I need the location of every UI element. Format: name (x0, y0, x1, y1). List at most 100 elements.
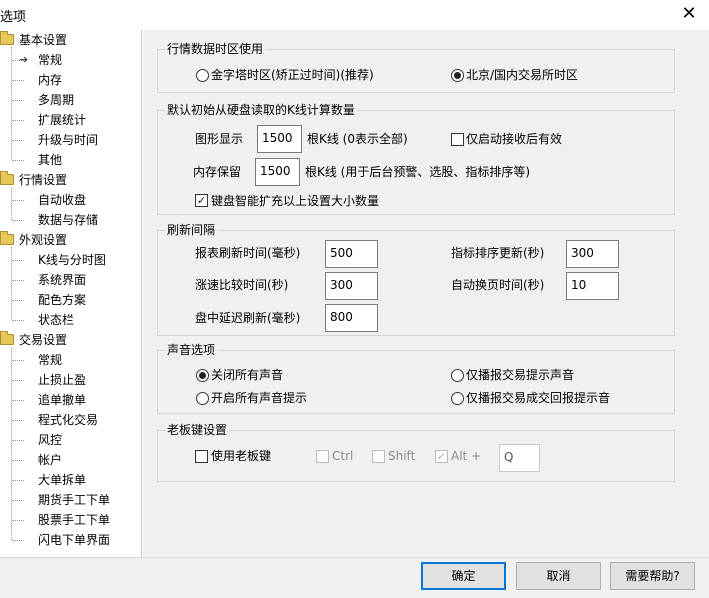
ctrl-checkbox[interactable] (316, 450, 329, 463)
selected-arrow-icon: ➔ (19, 53, 29, 66)
alt-label[interactable]: Alt + (451, 448, 481, 464)
kline-group-title: 默认初始从硬盘读取的K线计算数量 (165, 103, 357, 117)
delay-refresh-label: 盘中延迟刷新(毫秒) (195, 311, 301, 325)
tree-item-label: 扩展统计 (38, 113, 87, 127)
tree-item[interactable]: 内存 (0, 70, 140, 90)
tree-item-label: 大单拆单 (38, 473, 87, 487)
options-tree: 基本设置 ➔ 常规 内存 多周期 扩展统计 升级与时间 其他 行情设置 自动收盘 数据与存储 外观设置… (0, 30, 142, 557)
folder-icon (0, 31, 14, 45)
tree-item[interactable]: 多周期 (0, 90, 140, 110)
tree-item-label: 程式化交易 (38, 413, 99, 427)
tree-item-label: 追单撤单 (38, 393, 87, 407)
tree-item[interactable]: 系统界面 (0, 270, 140, 290)
timezone-pyramid-label[interactable]: 金字塔时区(矫正过时间)(推荐) (211, 67, 374, 83)
tree-group-label: 基本设置 (19, 33, 68, 47)
ctrl-label[interactable]: Ctrl (332, 448, 353, 464)
report-refresh-input[interactable]: 500 (325, 240, 378, 268)
tree-item[interactable]: 股票手工下单 (0, 510, 140, 530)
tree-item[interactable]: 升级与时间 (0, 130, 140, 150)
tree-group-label: 外观设置 (19, 233, 68, 247)
folder-icon (0, 331, 14, 345)
close-icon[interactable]: ✕ (679, 3, 699, 25)
tree-connector (11, 187, 12, 220)
smart-expand-label[interactable]: 键盘智能扩充以上设置大小数量 (211, 193, 379, 209)
tree-item-label: 状态栏 (38, 313, 75, 327)
sound-trade-only-label[interactable]: 仅播报交易提示声音 (466, 367, 574, 383)
help-button[interactable]: 需要帮助? (610, 562, 695, 590)
delay-refresh-input[interactable]: 800 (325, 304, 378, 332)
tree-connector (11, 47, 12, 160)
sound-off-all-radio[interactable] (196, 369, 209, 382)
tree-item-label: 期货手工下单 (38, 493, 111, 507)
timezone-beijing-label[interactable]: 北京/国内交易所时区 (466, 67, 578, 83)
memory-count-unit: 根K线 (用于后台预警、选股、指标排序等) (305, 165, 531, 179)
settings-panel: 行情数据时区使用 金字塔时区(矫正过时间)(推荐) 北京/国内交易所时区 默认初… (143, 30, 709, 557)
display-count-input[interactable]: 1500 (257, 125, 302, 153)
ok-button[interactable]: 确定 (421, 562, 506, 590)
sound-trade-only-radio[interactable] (451, 369, 464, 382)
sound-trade-result-label[interactable]: 仅播报交易成交回报提示音 (466, 390, 610, 406)
tree-item[interactable]: 期货手工下单 (0, 490, 140, 510)
sound-on-all-radio[interactable] (196, 392, 209, 405)
tree-item[interactable]: 配色方案 (0, 290, 140, 310)
tree-item[interactable]: 扩展统计 (0, 110, 140, 130)
tree-connector (11, 247, 12, 320)
use-bosskey-checkbox[interactable] (195, 450, 208, 463)
shift-checkbox[interactable] (372, 450, 385, 463)
sound-off-all-label[interactable]: 关闭所有声音 (211, 367, 283, 383)
tree-item-label: 闪电下单界面 (38, 533, 111, 547)
tree-item-label: 多周期 (38, 93, 75, 107)
tree-item[interactable]: 其他 (0, 150, 140, 170)
tree-item-label: K线与分时图 (38, 253, 106, 267)
memory-count-input[interactable]: 1500 (255, 158, 300, 186)
tree-group-label: 交易设置 (19, 333, 68, 347)
timezone-pyramid-radio[interactable] (196, 69, 209, 82)
sound-trade-result-radio[interactable] (451, 392, 464, 405)
tree-item[interactable]: 风控 (0, 430, 140, 450)
indicator-sort-label: 指标排序更新(秒) (451, 246, 545, 260)
sound-on-all-label[interactable]: 开启所有声音提示 (211, 390, 307, 406)
tree-item-label: 其他 (38, 153, 63, 167)
tree-item-label: 升级与时间 (38, 133, 99, 147)
folder-icon (0, 231, 14, 245)
timezone-beijing-radio[interactable] (451, 69, 464, 82)
title-bar: 选项 ✕ (0, 0, 709, 30)
tree-item[interactable]: 闪电下单界面 (0, 530, 140, 550)
tree-item[interactable]: 自动收盘 (0, 190, 140, 210)
smart-expand-checkbox[interactable]: ✓ (195, 194, 208, 207)
speed-compare-label: 涨速比较时间(秒) (195, 278, 289, 292)
tree-item[interactable]: 追单撤单 (0, 390, 140, 410)
shift-label[interactable]: Shift (388, 448, 415, 464)
speed-compare-input[interactable]: 300 (325, 272, 378, 300)
auto-page-input[interactable]: 10 (566, 272, 619, 300)
tree-group-label: 行情设置 (19, 173, 68, 187)
tree-item[interactable]: 大单拆单 (0, 470, 140, 490)
tree-item-label: 配色方案 (38, 293, 87, 307)
tree-item[interactable]: 状态栏 (0, 310, 140, 330)
tree-item[interactable]: K线与分时图 (0, 250, 140, 270)
memory-count-label: 内存保留 (193, 165, 242, 179)
timezone-group-title: 行情数据时区使用 (165, 42, 266, 56)
indicator-sort-input[interactable]: 300 (566, 240, 619, 268)
use-bosskey-label[interactable]: 使用老板键 (211, 448, 271, 464)
refresh-group-title: 刷新间隔 (165, 223, 218, 237)
only-after-receive-label[interactable]: 仅启动接收后有效 (466, 131, 562, 147)
cancel-button[interactable]: 取消 (516, 562, 601, 590)
tree-item-label: 常规 (38, 53, 63, 67)
tree-item[interactable]: 常规 (0, 350, 140, 370)
tree-item[interactable]: 帐户 (0, 450, 140, 470)
tree-item[interactable]: ➔ 常规 (0, 50, 140, 70)
tree-item[interactable]: 数据与存储 (0, 210, 140, 230)
alt-checkbox[interactable]: ✓ (435, 450, 448, 463)
tree-item-label: 风控 (38, 433, 63, 447)
tree-item[interactable]: 程式化交易 (0, 410, 140, 430)
sound-group-title: 声音选项 (165, 343, 218, 357)
tree-item-label: 止损止盈 (38, 373, 87, 387)
auto-page-label: 自动换页时间(秒) (451, 278, 545, 292)
tree-connector (11, 347, 12, 540)
only-after-receive-checkbox[interactable] (451, 133, 464, 146)
tree-item-label: 内存 (38, 73, 63, 87)
bosskey-key-input[interactable]: Q (499, 444, 540, 472)
tree-item[interactable]: 止损止盈 (0, 370, 140, 390)
folder-icon (0, 171, 14, 185)
